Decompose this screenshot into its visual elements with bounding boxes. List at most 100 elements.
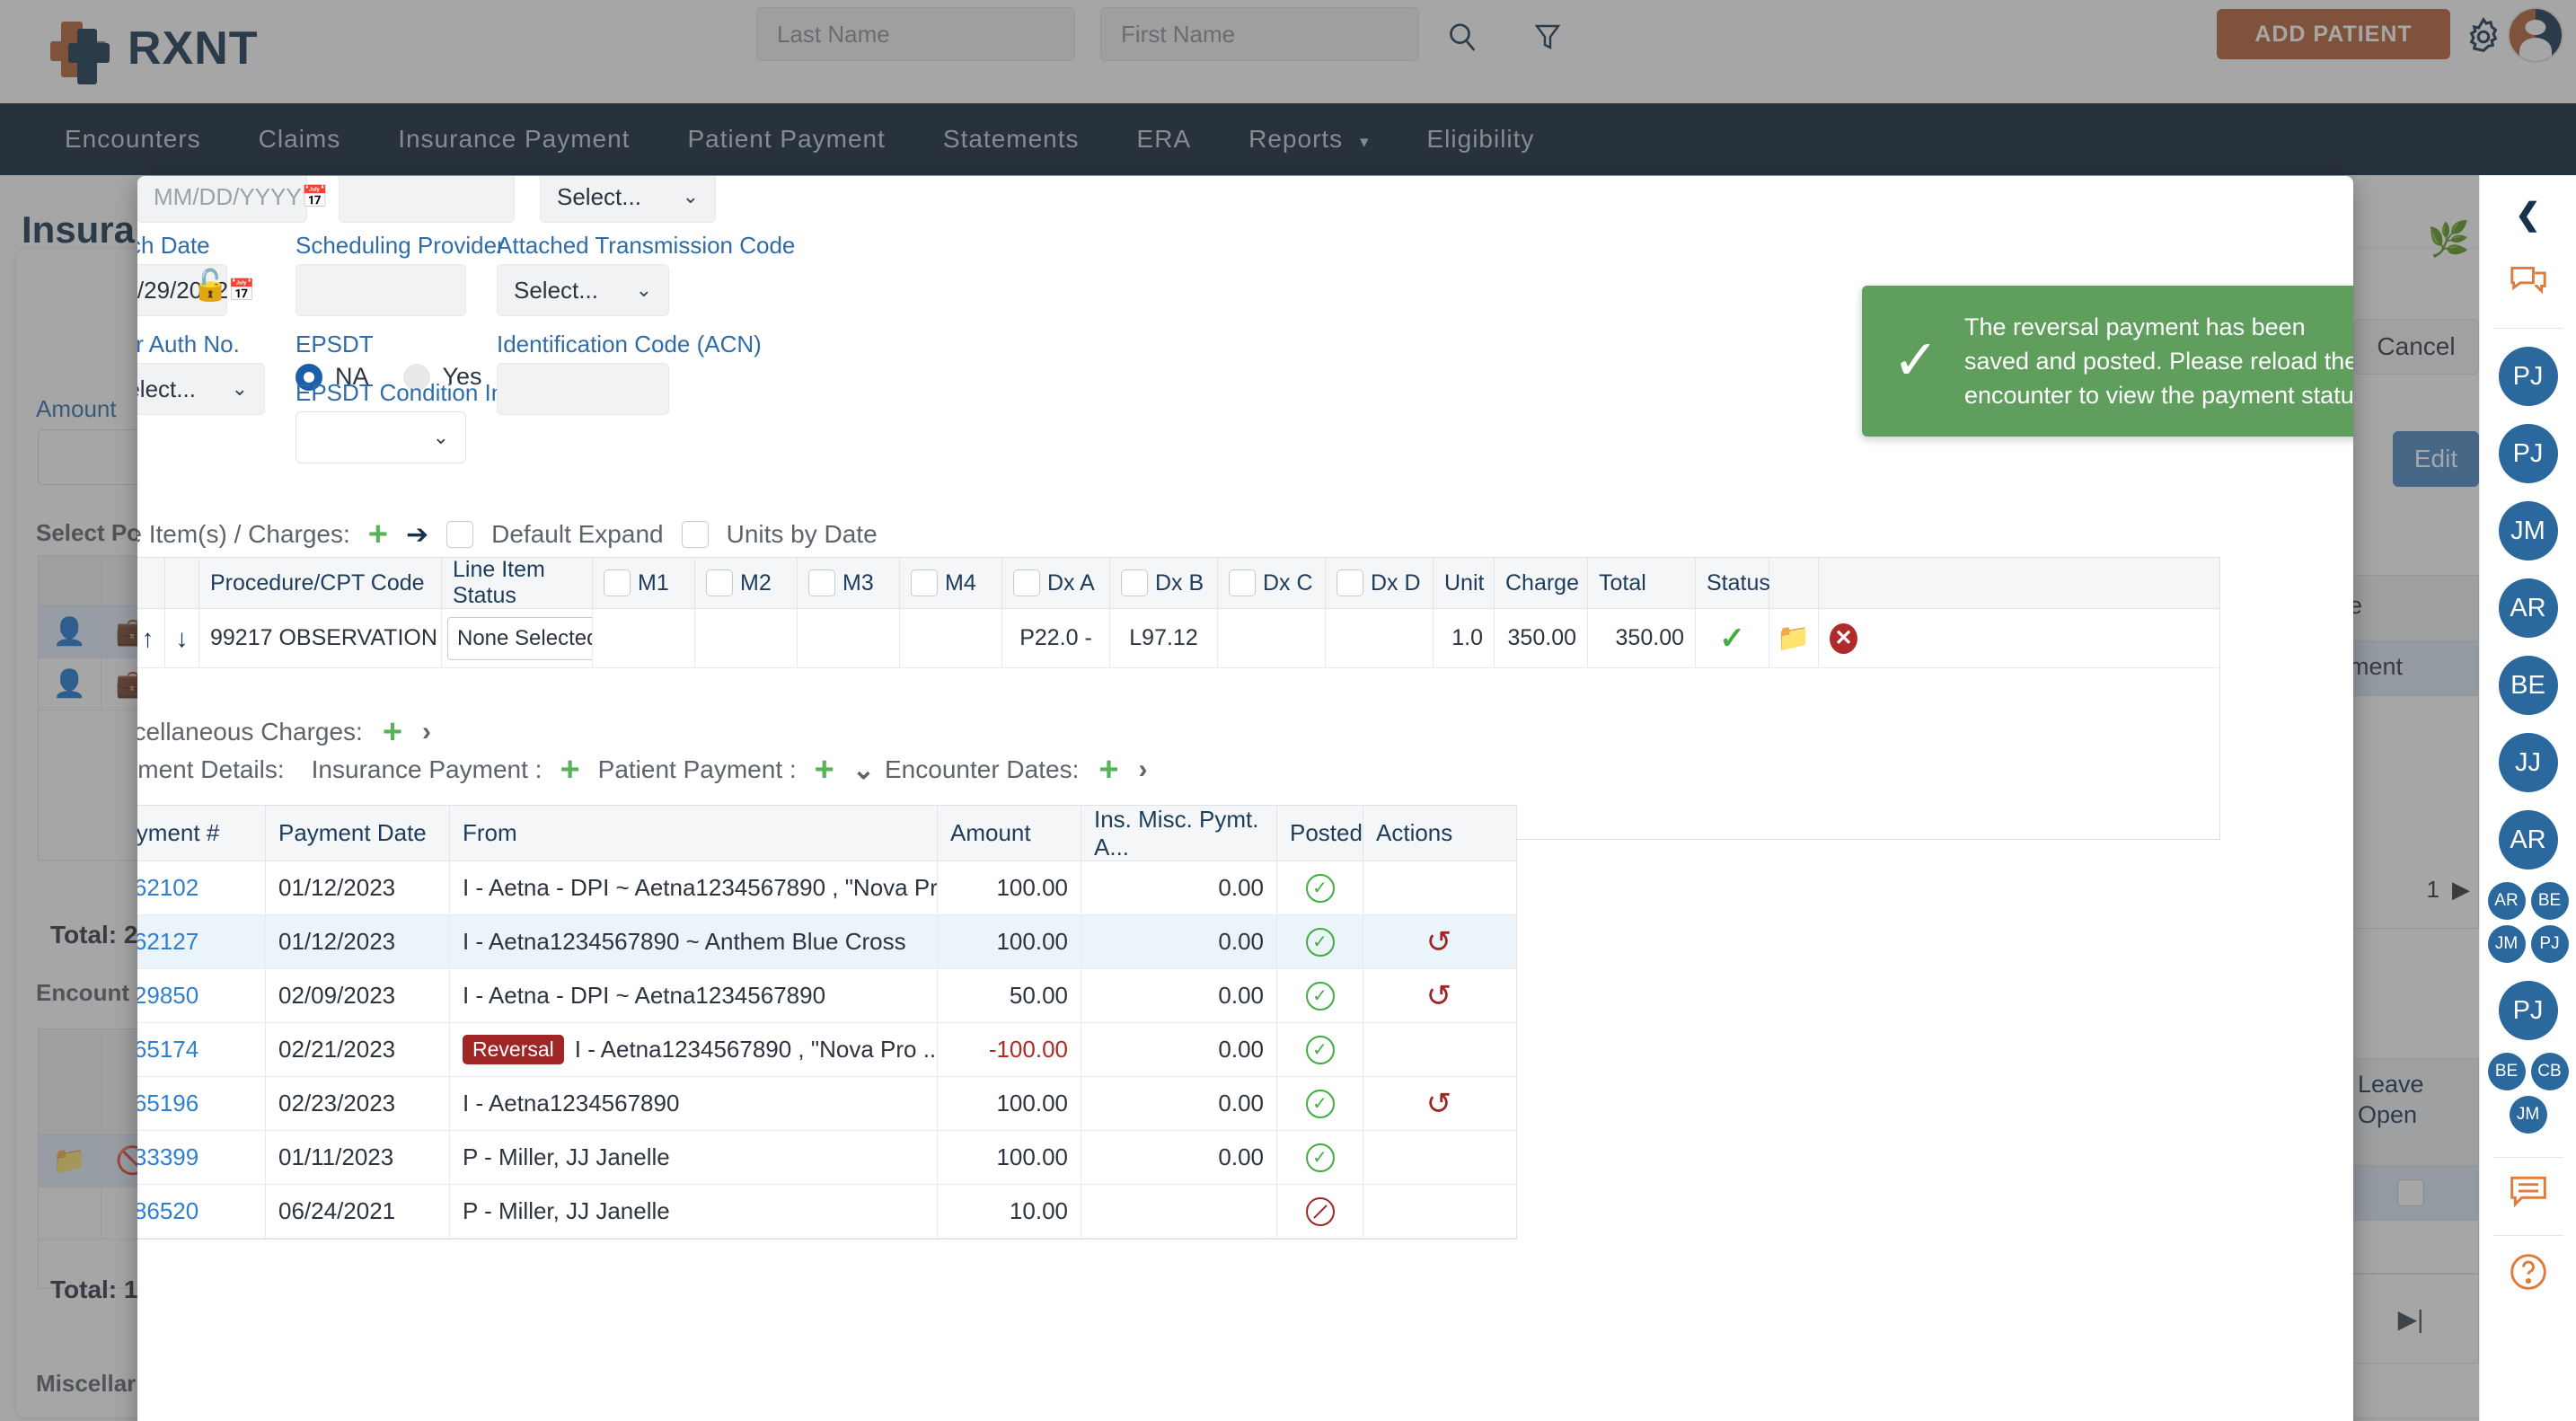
avatar-small[interactable]: CB bbox=[2530, 1053, 2569, 1090]
check-icon: ✓ bbox=[1892, 330, 1939, 392]
chevron-down-icon: ⌄ bbox=[682, 185, 699, 207]
payment-date: 02/09/2023 bbox=[266, 969, 450, 1022]
plus-icon-patient[interactable]: + bbox=[815, 753, 834, 787]
payment-row[interactable]: 2462102 01/12/2023 I - Aetna - DPI ~ Aetna… bbox=[137, 861, 1516, 915]
m4-checkbox[interactable] bbox=[911, 569, 938, 596]
undo-icon[interactable]: ↺ bbox=[1426, 1086, 1452, 1122]
avatar[interactable]: AR bbox=[2498, 578, 2558, 638]
chat-bubbles-icon[interactable] bbox=[2508, 263, 2549, 308]
payment-misc-amount: 0.00 bbox=[1081, 1077, 1277, 1130]
avatar-small[interactable]: AR bbox=[2487, 882, 2526, 920]
payment-number-link[interactable]: 2529850 bbox=[137, 982, 198, 1010]
avatar[interactable]: PJ bbox=[2498, 347, 2558, 406]
col-posted: Posted bbox=[1277, 806, 1363, 861]
scheduling-provider-input[interactable] bbox=[296, 264, 466, 316]
plus-icon-insurance[interactable]: + bbox=[560, 753, 579, 787]
identification-code-input[interactable] bbox=[497, 363, 669, 415]
undo-icon[interactable]: ↺ bbox=[1426, 924, 1452, 960]
plus-icon[interactable]: + bbox=[383, 715, 402, 749]
default-expand-label: Default Expand bbox=[491, 520, 664, 548]
line-item-status-select[interactable]: None Selected ▼ bbox=[447, 616, 592, 660]
avatar[interactable]: JJ bbox=[2498, 733, 2558, 792]
chevron-right-icon[interactable]: › bbox=[1139, 755, 1148, 785]
dxa-checkbox[interactable] bbox=[1013, 569, 1040, 596]
top-select[interactable]: Select... ⌄ bbox=[540, 176, 716, 223]
dxd-checkbox[interactable] bbox=[1337, 569, 1363, 596]
payment-number-link[interactable]: 1586520 bbox=[137, 1197, 198, 1225]
help-icon[interactable] bbox=[2509, 1252, 2548, 1301]
avatar-small[interactable]: PJ bbox=[2530, 925, 2569, 963]
avatar[interactable]: BE bbox=[2498, 656, 2558, 715]
payment-number-link[interactable]: 2565174 bbox=[137, 1036, 198, 1064]
m2-checkbox[interactable] bbox=[706, 569, 733, 596]
chevron-right-icon[interactable]: › bbox=[422, 717, 431, 747]
unlock-icon[interactable]: 🔓 bbox=[191, 268, 229, 304]
total-value: 350.00 bbox=[1588, 609, 1696, 667]
misc-charges-label: Miscellaneous Charges: bbox=[137, 718, 363, 746]
top-right-input[interactable] bbox=[339, 176, 515, 223]
service-date-input[interactable]: MM/DD/YYYY 📅 bbox=[137, 176, 329, 223]
avatar[interactable]: PJ bbox=[2498, 981, 2558, 1040]
payment-number-link[interactable]: 2462102 bbox=[137, 874, 198, 902]
note-icon[interactable] bbox=[2509, 1174, 2548, 1217]
payment-number-link[interactable]: 2462127 bbox=[137, 928, 198, 956]
attached-transmission-label: Attached Transmission Code bbox=[497, 232, 796, 259]
col-m2: M2 bbox=[695, 558, 798, 608]
plus-icon[interactable]: + bbox=[368, 517, 388, 552]
payment-misc-amount: 0.00 bbox=[1081, 861, 1277, 914]
prior-auth-value: Select... bbox=[137, 375, 196, 402]
avatar[interactable]: JM bbox=[2498, 501, 2558, 560]
remove-circle-icon[interactable]: ✕ bbox=[1830, 622, 1857, 654]
m3-checkbox[interactable] bbox=[808, 569, 835, 596]
payment-row[interactable]: 2529850 02/09/2023 I - Aetna - DPI ~ Aetna… bbox=[137, 969, 1516, 1023]
folder-icon[interactable]: 📁 bbox=[1777, 622, 1810, 654]
avatar-small[interactable]: BE bbox=[2487, 1053, 2526, 1090]
chevron-down-icon[interactable]: ⌄ bbox=[852, 755, 875, 786]
payment-row[interactable]: 2565174 02/21/2023 Reversal I - Aetna123456… bbox=[137, 1023, 1516, 1077]
avatar-small[interactable]: BE bbox=[2530, 882, 2569, 920]
m1-checkbox[interactable] bbox=[604, 569, 631, 596]
dxb-checkbox[interactable] bbox=[1121, 569, 1148, 596]
payment-row[interactable]: 2833399 01/11/2023 P - Miller, JJ Janelle 1… bbox=[137, 1131, 1516, 1185]
avatar[interactable]: PJ bbox=[2498, 424, 2558, 483]
payment-row[interactable]: 2462127 01/12/2023 I - Aetna1234567890 ~ A… bbox=[137, 915, 1516, 969]
calendar-icon[interactable]: 📅 bbox=[228, 278, 255, 304]
chevron-left-icon[interactable]: ❮ bbox=[2515, 197, 2541, 233]
payment-number-link[interactable]: 2565196 bbox=[137, 1090, 198, 1117]
calendar-icon[interactable]: 📅 bbox=[302, 184, 329, 210]
move-up-icon[interactable]: ↑ bbox=[142, 624, 154, 653]
prior-auth-select[interactable]: Select... ⌄ bbox=[137, 363, 265, 415]
attached-transmission-select[interactable]: Select... ⌄ bbox=[497, 264, 669, 316]
payment-row[interactable]: 2565196 02/23/2023 I - Aetna1234567890 100.… bbox=[137, 1077, 1516, 1131]
epsdt-condition-select[interactable]: ⌄ bbox=[296, 411, 466, 463]
payment-amount: 10.00 bbox=[938, 1185, 1081, 1238]
move-down-icon[interactable]: ↓ bbox=[176, 624, 189, 653]
payment-details-header: Payment # Payment Date From Amount Ins. … bbox=[137, 806, 1516, 861]
payment-from: P - Miller, JJ Janelle bbox=[450, 1185, 938, 1238]
col-from: From bbox=[450, 806, 938, 861]
payment-row[interactable]: 1586520 06/24/2021 P - Miller, JJ Janelle 1… bbox=[137, 1185, 1516, 1239]
payment-amount: 100.00 bbox=[938, 915, 1081, 968]
posted-check-icon: ✓ bbox=[1305, 1143, 1335, 1172]
divider bbox=[2492, 1235, 2563, 1236]
col-m4-label: M4 bbox=[945, 569, 976, 596]
payment-actions: ↺ bbox=[1363, 969, 1514, 1022]
arrow-right-icon[interactable]: ➔ bbox=[406, 519, 428, 551]
avatar-small[interactable]: JM bbox=[2487, 925, 2526, 963]
payment-number-link[interactable]: 2833399 bbox=[137, 1143, 198, 1171]
payment-amount: -100.00 bbox=[938, 1023, 1081, 1076]
default-expand-checkbox[interactable] bbox=[446, 521, 474, 548]
units-by-date-checkbox[interactable] bbox=[681, 521, 709, 548]
undo-icon[interactable]: ↺ bbox=[1426, 978, 1452, 1014]
chevron-down-icon: ⌄ bbox=[432, 426, 449, 448]
payment-from: I - Aetna1234567890 ~ Anthem Blue Cross bbox=[450, 915, 938, 968]
avatar-group-2: BE CB JM bbox=[2487, 1053, 2569, 1134]
plus-icon[interactable]: + bbox=[1098, 753, 1118, 787]
patient-payment-label: Patient Payment : bbox=[597, 755, 797, 783]
line-item-row[interactable]: ↑ ↓ 99217 OBSERVATION CARE DISCHAR None … bbox=[137, 609, 2219, 668]
payment-from: P - Miller, JJ Janelle bbox=[450, 1131, 938, 1184]
avatar[interactable]: AR bbox=[2498, 810, 2558, 869]
avatar-small[interactable]: JM bbox=[2509, 1096, 2547, 1134]
col-m3-label: M3 bbox=[842, 569, 874, 596]
dxc-checkbox[interactable] bbox=[1229, 569, 1256, 596]
